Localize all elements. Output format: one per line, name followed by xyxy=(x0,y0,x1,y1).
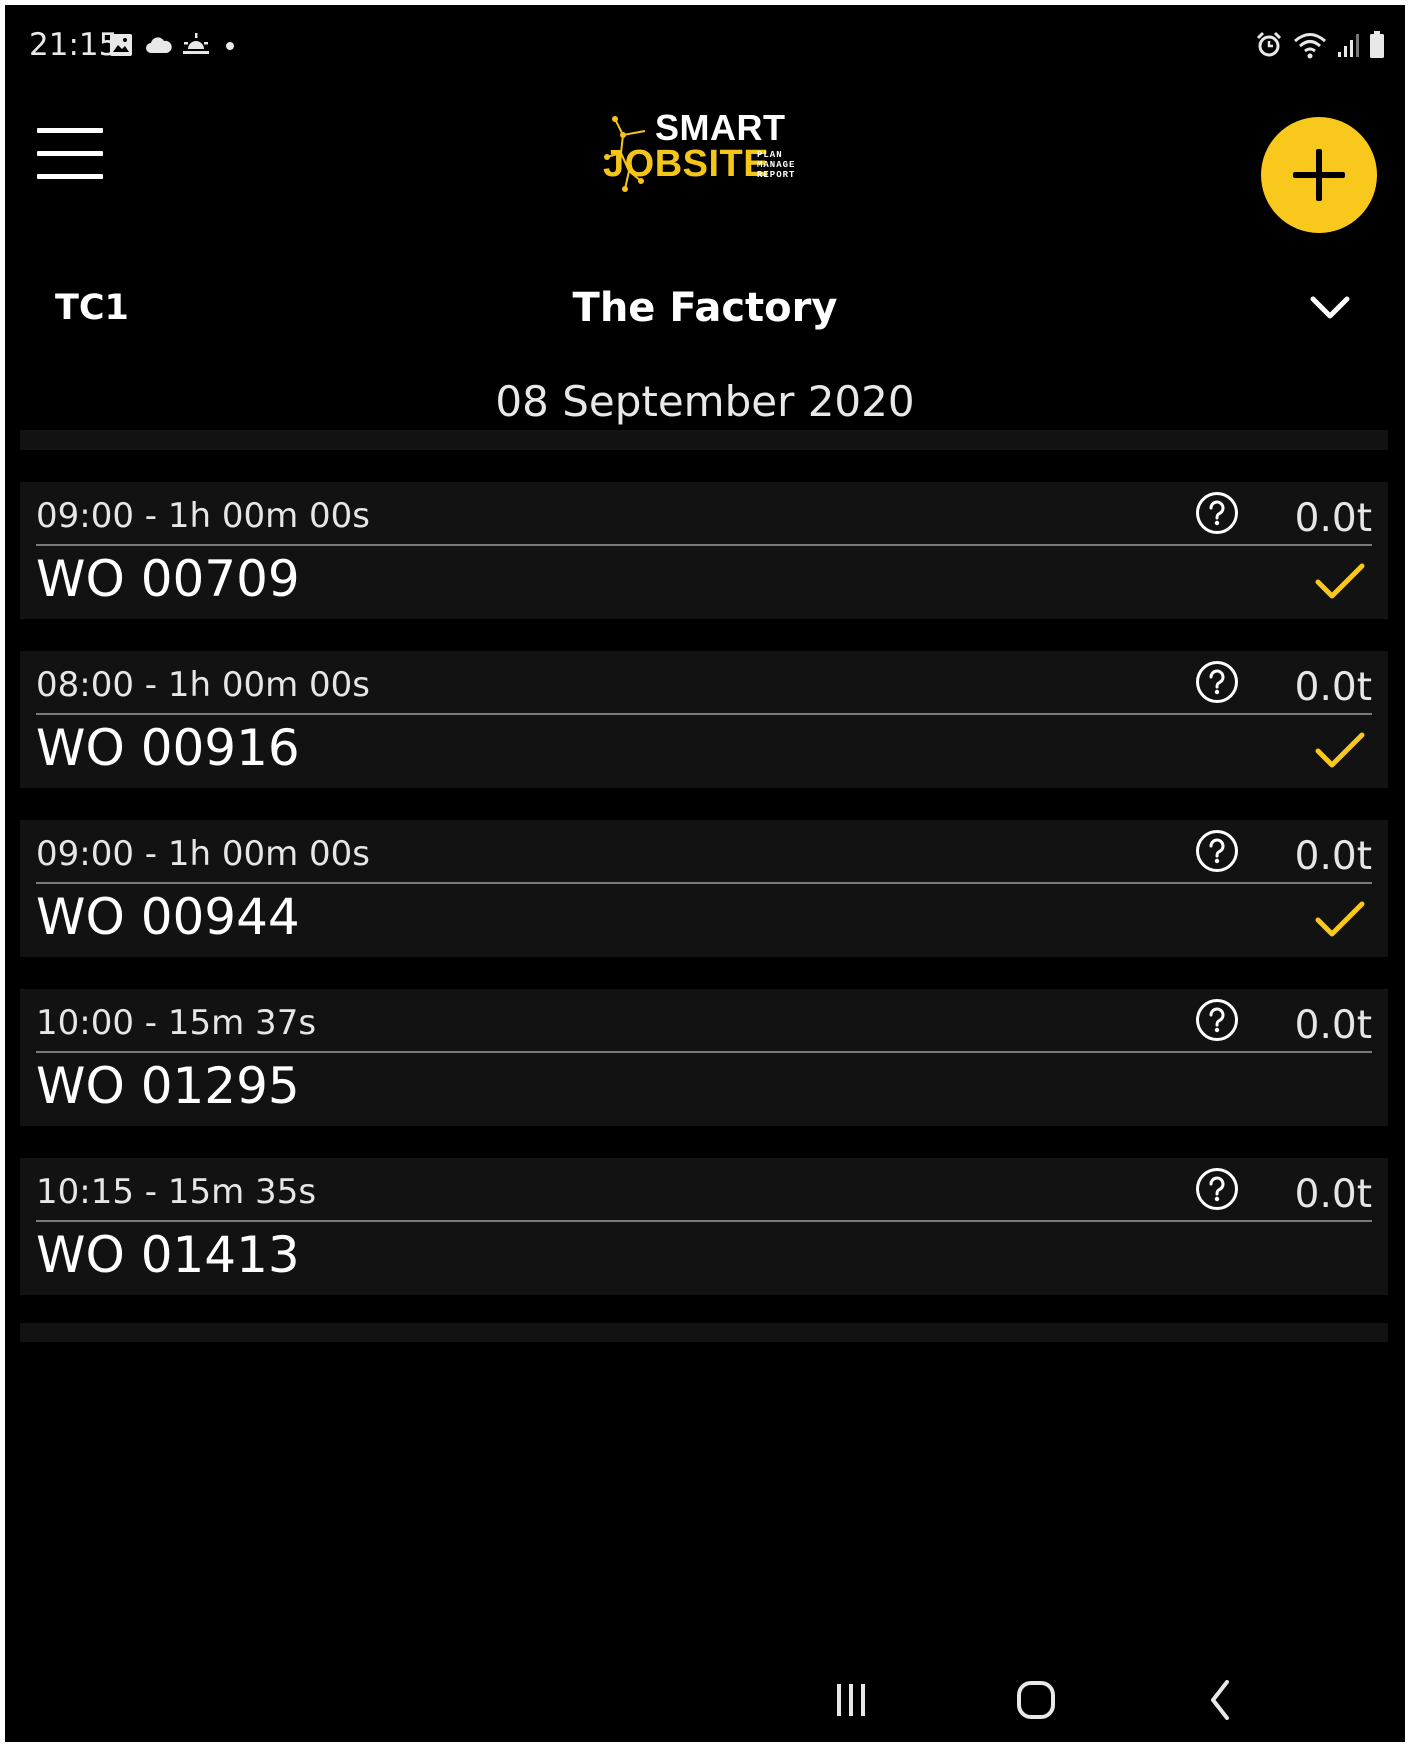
divider xyxy=(36,882,1372,884)
hamburger-menu-icon[interactable] xyxy=(37,128,103,180)
checkmark-icon xyxy=(1313,898,1367,942)
gallery-icon xyxy=(110,34,132,56)
wifi-icon xyxy=(1294,33,1326,59)
work-order-card[interactable]: 10:15 - 15m 35s 0.0t WO 01413 xyxy=(20,1158,1388,1295)
dot-icon xyxy=(226,42,234,50)
work-order-weight: 0.0t xyxy=(1294,665,1372,710)
battery-icon xyxy=(1370,31,1384,58)
logo-line-2: JOBSITE xyxy=(603,143,770,185)
work-order-time: 10:15 - 15m 35s xyxy=(36,1172,317,1212)
logo-tagline-plan: PLAN xyxy=(757,150,783,160)
work-order-weight: 0.0t xyxy=(1294,1003,1372,1048)
work-order-number: WO 01295 xyxy=(36,1057,300,1115)
sunrise-icon xyxy=(183,33,209,54)
list-item-partial xyxy=(20,430,1388,450)
back-icon[interactable] xyxy=(1191,1670,1251,1730)
work-order-list[interactable]: 09:00 - 1h 00m 00s 0.0t WO 00709 08:00 - 1h… xyxy=(5,430,1405,1342)
cloud-icon xyxy=(146,37,172,53)
divider xyxy=(36,1220,1372,1222)
status-time: 21:15 xyxy=(29,27,119,63)
work-order-card[interactable]: 10:00 - 15m 37s 0.0t WO 01295 xyxy=(20,989,1388,1126)
work-order-number: WO 00944 xyxy=(36,888,300,946)
logo-tagline-manage: MANAGE xyxy=(757,160,796,170)
work-order-weight: 0.0t xyxy=(1294,834,1372,879)
checkmark-icon xyxy=(1313,729,1367,773)
app-header: SMART JOBSITE PLAN MANAGE REPORT xyxy=(5,95,1405,245)
status-bar: 21:15 xyxy=(5,5,1405,85)
add-work-order-button[interactable] xyxy=(1261,117,1377,233)
list-item-partial xyxy=(20,1323,1388,1342)
logo-tagline: PLAN MANAGE REPORT xyxy=(757,150,795,180)
alarm-icon xyxy=(1256,31,1282,57)
system-nav-bar xyxy=(5,1660,1405,1742)
work-order-card[interactable]: 08:00 - 1h 00m 00s 0.0t WO 00916 xyxy=(20,651,1388,788)
help-icon[interactable] xyxy=(1195,660,1239,704)
date-label: 08 September 2020 xyxy=(495,377,915,426)
help-icon[interactable] xyxy=(1195,998,1239,1042)
divider xyxy=(36,1051,1372,1053)
help-icon[interactable] xyxy=(1195,491,1239,535)
checkmark-icon xyxy=(1313,560,1367,604)
home-icon[interactable] xyxy=(1006,1670,1066,1730)
site-name[interactable]: The Factory xyxy=(5,285,1405,331)
device-screen: 21:15 SMART JOBSITE PLAN MANAGE REPORT T… xyxy=(5,5,1405,1742)
work-order-number: WO 01413 xyxy=(36,1226,300,1284)
help-icon[interactable] xyxy=(1195,829,1239,873)
signal-icon xyxy=(1338,34,1359,57)
divider xyxy=(36,544,1372,546)
chevron-down-icon[interactable] xyxy=(1307,289,1353,329)
work-order-time: 08:00 - 1h 00m 00s xyxy=(36,665,371,705)
work-order-time: 09:00 - 1h 00m 00s xyxy=(36,834,371,874)
work-order-number: WO 00916 xyxy=(36,719,300,777)
work-order-time: 09:00 - 1h 00m 00s xyxy=(36,496,371,536)
help-icon[interactable] xyxy=(1195,1167,1239,1211)
work-order-weight: 0.0t xyxy=(1294,1172,1372,1217)
smart-jobsite-logo: SMART JOBSITE PLAN MANAGE REPORT xyxy=(595,107,825,207)
work-order-weight: 0.0t xyxy=(1294,496,1372,541)
work-order-card[interactable]: 09:00 - 1h 00m 00s 0.0t WO 00709 xyxy=(20,482,1388,619)
logo-tagline-report: REPORT xyxy=(757,170,796,180)
work-order-time: 10:00 - 15m 37s xyxy=(36,1003,317,1043)
recent-apps-icon[interactable] xyxy=(821,1670,881,1730)
divider xyxy=(36,713,1372,715)
work-order-card[interactable]: 09:00 - 1h 00m 00s 0.0t WO 00944 xyxy=(20,820,1388,957)
status-icons-right xyxy=(1255,31,1385,59)
work-order-number: WO 00709 xyxy=(36,550,300,608)
